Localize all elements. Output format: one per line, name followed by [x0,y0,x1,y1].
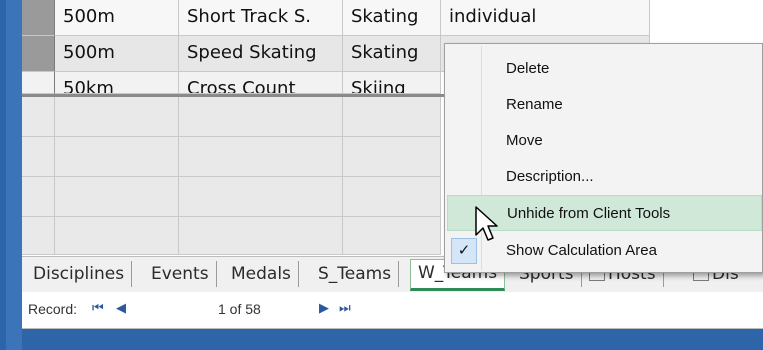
tab-medals[interactable]: Medals [224,261,299,287]
next-record-icon[interactable]: ▶ [319,300,329,316]
prev-record-icon[interactable]: ◀ [116,300,126,316]
table-cell[interactable]: Speed Skating [179,36,343,72]
app-window: 500m Short Track S. Skating individual 5… [0,0,763,350]
menu-item-label: Delete [506,60,550,77]
calc-cell[interactable] [55,177,179,217]
row-selector[interactable] [22,97,55,137]
menu-item-description[interactable]: Description... [447,159,762,195]
calc-cell[interactable] [343,137,441,177]
table-row[interactable]: 500m Short Track S. Skating individual [22,0,763,36]
menu-item-label: Move [506,132,543,149]
menu-item-label: Rename [506,96,563,113]
menu-item-rename[interactable]: Rename [447,87,762,123]
table-cell[interactable]: Skating [343,36,441,72]
table-cell[interactable]: individual [441,0,650,36]
row-selector[interactable] [22,217,55,255]
calc-cell[interactable] [343,177,441,217]
row-selector[interactable] [22,177,55,217]
table-cell[interactable]: 50km [55,72,179,94]
calc-cell[interactable] [343,217,441,255]
table-cell[interactable]: Short Track S. [179,0,343,36]
first-record-icon[interactable]: ⏮ [92,300,104,316]
calc-cell[interactable] [55,137,179,177]
menu-item-label: Description... [506,168,594,185]
row-selector[interactable] [22,72,55,94]
calc-cell[interactable] [343,97,441,137]
menu-item-move[interactable]: Move [447,123,762,159]
calc-cell[interactable] [179,177,343,217]
window-left-border [0,0,22,350]
tab-events[interactable]: Events [144,261,217,287]
table-cell[interactable]: Skiing [343,72,441,94]
calc-cell[interactable] [55,97,179,137]
tab-s-teams[interactable]: S_Teams [311,261,400,287]
record-navigator: Record: ⏮ ◀ 1 of 58 ▶ ⏭ [22,292,763,329]
mouse-pointer-icon [475,206,498,241]
record-position: 1 of 58 [218,301,261,317]
row-selector[interactable] [22,36,55,72]
record-label: Record: [28,301,78,317]
table-cell[interactable]: Cross Count [179,72,343,94]
last-record-icon[interactable]: ⏭ [339,300,351,316]
calc-cell[interactable] [179,97,343,137]
window-bottom-border [22,329,763,350]
calc-area-splitter[interactable] [22,94,462,97]
table-cell[interactable]: 500m [55,0,179,36]
table-cell[interactable]: 500m [55,36,179,72]
calc-cell[interactable] [179,137,343,177]
menu-item-label: Unhide from Client Tools [507,205,671,222]
row-selector[interactable] [22,137,55,177]
window-left-border-inner [6,0,22,350]
tab-disciplines[interactable]: Disciplines [26,261,133,287]
table-cell[interactable]: Skating [343,0,441,36]
row-selector[interactable] [22,0,55,36]
menu-item-delete[interactable]: Delete [447,51,762,87]
calc-cell[interactable] [179,217,343,255]
menu-item-label: Show Calculation Area [506,242,657,259]
calc-cell[interactable] [55,217,179,255]
